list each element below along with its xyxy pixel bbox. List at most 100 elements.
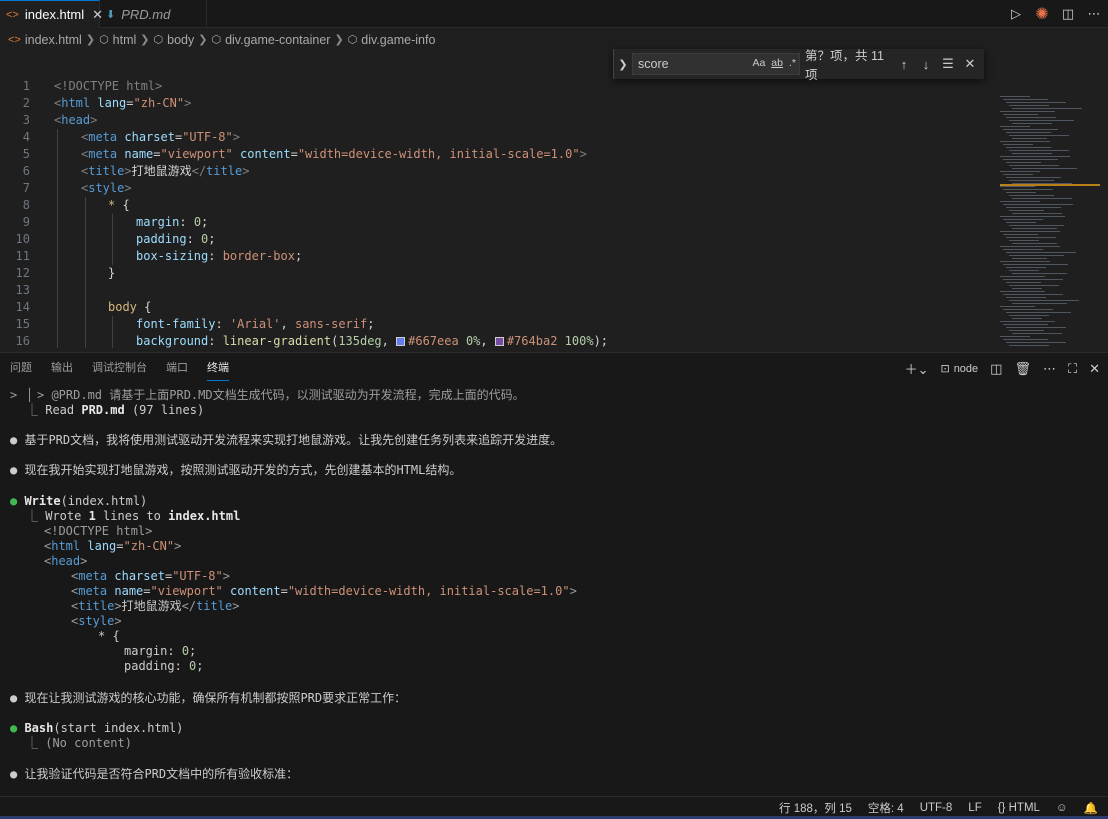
claude-icon[interactable]: ✺ bbox=[1034, 6, 1050, 23]
new-terminal-icon[interactable]: ＋⌄ bbox=[905, 359, 929, 378]
more-actions-icon[interactable]: ⋯ bbox=[1043, 361, 1056, 377]
minimap-line bbox=[1003, 219, 1043, 220]
code-line: 3 <head> bbox=[22, 113, 98, 127]
code-line: 16 background: linear-gradient(135deg, #6… bbox=[15, 333, 609, 348]
diff-line: <!DOCTYPE html> bbox=[44, 524, 153, 538]
tab-problems[interactable]: 问题 bbox=[10, 353, 32, 381]
tool-call-bash: ● Bash(start index.html) bbox=[10, 721, 184, 735]
minimap-line bbox=[1012, 138, 1047, 139]
minimap-line bbox=[1000, 186, 1035, 187]
terminal-selector[interactable]: ⊡ node bbox=[940, 362, 978, 376]
split-terminal-icon[interactable]: ◫ bbox=[990, 361, 1002, 377]
tab-ports[interactable]: 端口 bbox=[166, 353, 188, 381]
minimap-line bbox=[1009, 210, 1044, 211]
find-input[interactable]: score Aa ab .* bbox=[632, 53, 800, 75]
code-line: 9 margin: 0; bbox=[22, 214, 209, 231]
minimap-line bbox=[1012, 123, 1052, 124]
code-line: 10 padding: 0; bbox=[15, 231, 216, 248]
minimap-line bbox=[1009, 225, 1064, 226]
minimap-line bbox=[1003, 324, 1048, 325]
run-icon[interactable]: ▷ bbox=[1008, 6, 1024, 22]
language-mode[interactable]: {} HTML bbox=[998, 802, 1040, 814]
minimap-line bbox=[1009, 330, 1044, 331]
minimap-line bbox=[1003, 249, 1043, 250]
breadcrumb-file[interactable]: <> index.html bbox=[8, 33, 82, 47]
chevron-right-icon: ❯ bbox=[334, 34, 344, 46]
match-case-toggle[interactable]: Aa bbox=[752, 57, 765, 69]
indentation[interactable]: 空格: 4 bbox=[868, 800, 904, 816]
minimap-line bbox=[1012, 108, 1082, 109]
color-swatch[interactable] bbox=[494, 337, 504, 346]
end-of-line[interactable]: LF bbox=[968, 802, 981, 814]
chevron-right-icon: ❯ bbox=[140, 34, 150, 46]
arrow-up-icon[interactable]: ↑ bbox=[893, 57, 915, 72]
bell-icon[interactable]: 🔔 bbox=[1084, 801, 1098, 815]
arrow-down-icon[interactable]: ↓ bbox=[915, 57, 937, 72]
tab-debug-console[interactable]: 调试控制台 bbox=[92, 353, 147, 381]
encoding[interactable]: UTF-8 bbox=[920, 802, 953, 814]
minimap-line bbox=[1012, 243, 1057, 244]
symbol-icon: ⬡ bbox=[153, 34, 164, 46]
minimap-line bbox=[1009, 300, 1079, 301]
tab-label: index.html bbox=[24, 7, 85, 22]
minimap-line bbox=[1009, 270, 1039, 271]
split-editor-icon[interactable]: ◫ bbox=[1060, 6, 1076, 22]
copilot-icon[interactable]: ☺ bbox=[1056, 802, 1068, 814]
find-in-selection-icon[interactable]: ☰ bbox=[937, 56, 959, 72]
minimap-line bbox=[1009, 120, 1074, 121]
assistant-message: ● 现在我开始实现打地鼠游戏，按照测试驱动开发的方式，先创建基本的HTML结构。 bbox=[10, 463, 462, 477]
bottom-panel: 问题 输出 调试控制台 端口 终端 ＋⌄ ⊡ node ◫ 🗑 ⋯ ⛶ ✕ > │… bbox=[0, 352, 1108, 796]
breadcrumb-game-container[interactable]: ⬡ div.game-container bbox=[211, 33, 330, 47]
tab-output[interactable]: 输出 bbox=[51, 353, 73, 381]
tab-index-html[interactable]: <> index.html ✕ bbox=[0, 0, 103, 28]
symbol-icon: ⬡ bbox=[99, 34, 109, 46]
minimap-line bbox=[1012, 288, 1042, 289]
breadcrumb-html[interactable]: ⬡ html bbox=[99, 33, 136, 47]
tab-prd-md[interactable]: ⬇ PRD.md bbox=[100, 0, 207, 28]
more-actions-icon[interactable]: ⋯ bbox=[1086, 6, 1102, 22]
code-line: 8 * { bbox=[22, 197, 130, 214]
minimap-line bbox=[1009, 195, 1054, 196]
minimap-line bbox=[1006, 282, 1041, 283]
minimap-line bbox=[1000, 111, 1055, 112]
code-line: 2 <html lang="zh-CN"> bbox=[22, 96, 192, 110]
minimap-line bbox=[1009, 165, 1059, 166]
maximize-panel-icon[interactable]: ⛶ bbox=[1068, 361, 1077, 377]
minimap-line bbox=[1009, 240, 1039, 241]
code-line: 6 <title>打地鼠游戏</title> bbox=[22, 163, 250, 180]
close-icon[interactable]: ✕ bbox=[959, 56, 981, 72]
trash-icon[interactable]: 🗑 bbox=[1014, 361, 1031, 377]
braces-icon: {} bbox=[997, 802, 1009, 814]
minimap-line bbox=[1012, 183, 1072, 184]
prompt-guide: │ bbox=[26, 388, 34, 402]
minimap-line bbox=[1006, 222, 1036, 223]
assistant-message: ● 让我验证代码是否符合PRD文档中的所有验收标准： bbox=[10, 767, 299, 781]
breadcrumb-body[interactable]: ⬡ body bbox=[154, 33, 195, 47]
minimap-line bbox=[1012, 333, 1062, 334]
minimap-line bbox=[1000, 171, 1040, 172]
match-count: 第？项，共 11 项 bbox=[805, 49, 884, 82]
chevron-right-icon[interactable]: ❯ bbox=[614, 58, 632, 71]
minimap-line bbox=[1003, 294, 1063, 295]
code-editor[interactable]: 1 <!DOCTYPE html> 2 <html lang="zh-CN"> 3 <… bbox=[0, 50, 1108, 348]
match-word-toggle[interactable]: ab bbox=[771, 57, 783, 69]
regex-toggle[interactable]: .* bbox=[789, 57, 796, 69]
color-swatch[interactable] bbox=[396, 337, 406, 346]
close-icon[interactable]: ✕ bbox=[1089, 361, 1100, 377]
cursor-position[interactable]: 行 188，列 15 bbox=[779, 800, 852, 816]
minimap[interactable] bbox=[1000, 96, 1100, 348]
tool-result: ⎿ (No content) bbox=[26, 736, 132, 750]
minimap-line bbox=[1000, 291, 1045, 292]
breadcrumb-game-info[interactable]: ⬡ div.game-info bbox=[348, 33, 436, 47]
code-line: 12} bbox=[15, 265, 116, 282]
minimap-line bbox=[1003, 309, 1053, 310]
code-line: 15 font-family: 'Arial', sans-serif; bbox=[15, 316, 375, 333]
minimap-line bbox=[1000, 96, 1030, 97]
minimap-line bbox=[1006, 132, 1051, 133]
minimap-line bbox=[1012, 258, 1047, 259]
minimap-line bbox=[1000, 246, 1060, 247]
tab-terminal[interactable]: 终端 bbox=[207, 353, 229, 381]
minimap-line bbox=[1000, 276, 1045, 277]
minimap-line bbox=[1006, 252, 1076, 253]
assistant-message: ● 基于PRD文档，我将使用测试驱动开发流程来实现打地鼠游戏。让我先创建任务列表… bbox=[10, 433, 563, 447]
